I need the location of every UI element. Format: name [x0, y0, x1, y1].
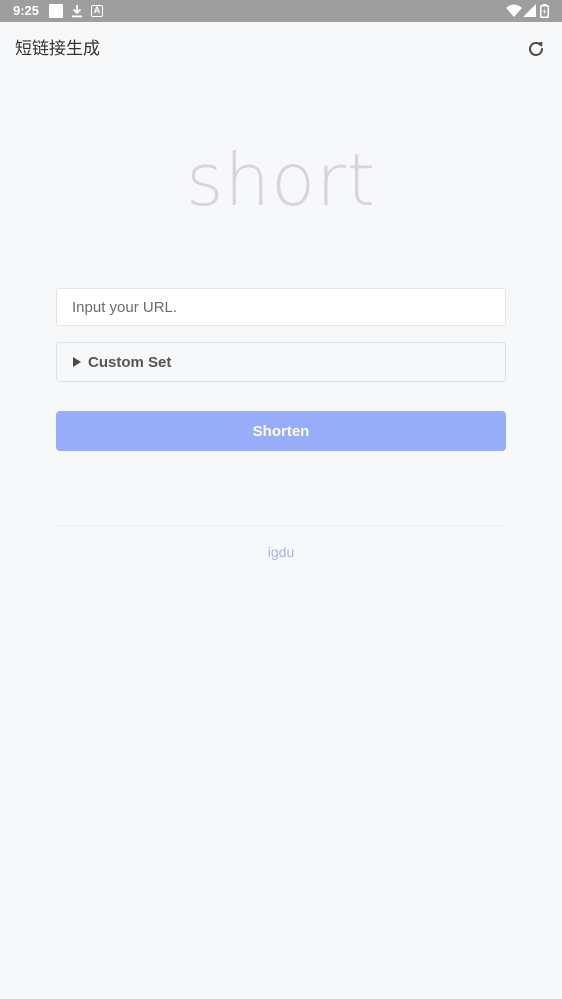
triangle-right-icon	[73, 357, 81, 367]
shorten-button[interactable]: Shorten	[56, 411, 506, 451]
custom-set-toggle[interactable]: Custom Set	[56, 342, 506, 382]
refresh-icon	[529, 42, 543, 56]
signal-icon	[523, 4, 536, 18]
footer-link[interactable]: igdu	[0, 544, 562, 560]
logo-text: short	[185, 138, 377, 222]
status-time: 9:25	[13, 3, 40, 18]
refresh-button[interactable]	[524, 37, 548, 61]
download-icon	[70, 4, 84, 18]
url-input[interactable]	[56, 288, 506, 326]
wifi-icon	[506, 4, 522, 18]
notification-square-icon	[49, 4, 63, 18]
notification-a-icon: A	[91, 5, 103, 17]
footer-divider	[56, 525, 506, 526]
app-bar: 短链接生成	[0, 22, 562, 76]
status-bar: 9:25 A	[0, 0, 562, 22]
custom-set-label: Custom Set	[88, 353, 172, 371]
app-title: 短链接生成	[15, 39, 100, 59]
battery-icon	[540, 4, 549, 18]
